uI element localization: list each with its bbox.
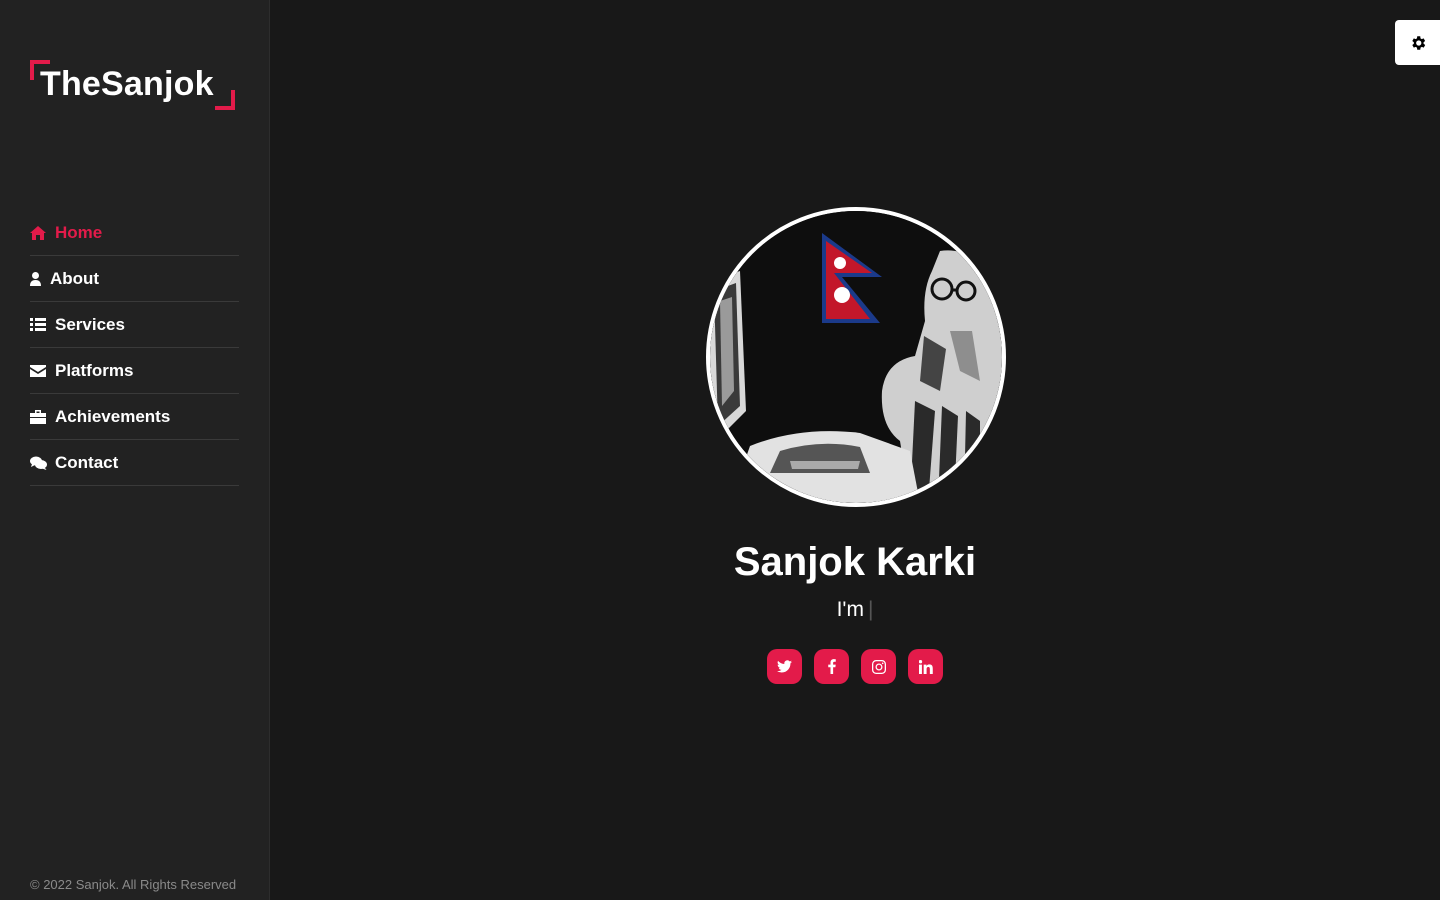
nav-label-services: Services [55,314,125,334]
nav-item-home[interactable]: Home [30,210,239,256]
linkedin-button[interactable] [908,649,943,684]
nav-item-contact[interactable]: Contact [30,440,239,486]
nav-item-platforms[interactable]: Platforms [30,348,239,394]
linkedin-icon [918,659,933,674]
hero-section: Sanjok Karki I'm | [270,0,1440,900]
comments-icon [30,456,55,470]
nav-label-contact: Contact [55,452,119,472]
nav-label-about: About [50,268,100,288]
typed-prefix: I'm [836,598,864,621]
logo-text: TheSanjok [40,65,214,103]
envelope-icon [30,364,55,377]
sidebar: TheSanjok Home About Services Platforms … [0,0,270,900]
social-links [767,649,943,684]
instagram-icon [871,659,886,674]
typed-cursor: | [867,598,874,621]
facebook-icon [827,659,836,674]
briefcase-icon [30,409,55,424]
instagram-button[interactable] [861,649,896,684]
nav-label-platforms: Platforms [55,360,134,380]
main-nav: Home About Services Platforms Achievemen… [30,210,239,486]
profile-name: Sanjok Karki [733,540,977,584]
typed-intro: I'm | [270,598,1440,622]
site-logo[interactable]: TheSanjok [30,60,235,110]
user-icon [30,271,50,286]
facebook-button[interactable] [814,649,849,684]
nav-label-achievements: Achievements [55,406,171,426]
nav-item-achievements[interactable]: Achievements [30,394,239,440]
nav-label-home: Home [55,222,103,242]
avatar-illustration [710,211,1002,503]
home-icon [30,225,55,240]
logo-corner-bottom-right [215,90,235,110]
nav-item-services[interactable]: Services [30,302,239,348]
profile-avatar [706,207,1006,507]
twitter-icon [777,660,792,673]
copyright-text: © 2022 Sanjok. All Rights Reserved [30,877,237,892]
nav-item-about[interactable]: About [30,256,239,302]
twitter-button[interactable] [767,649,802,684]
list-icon [30,318,55,331]
